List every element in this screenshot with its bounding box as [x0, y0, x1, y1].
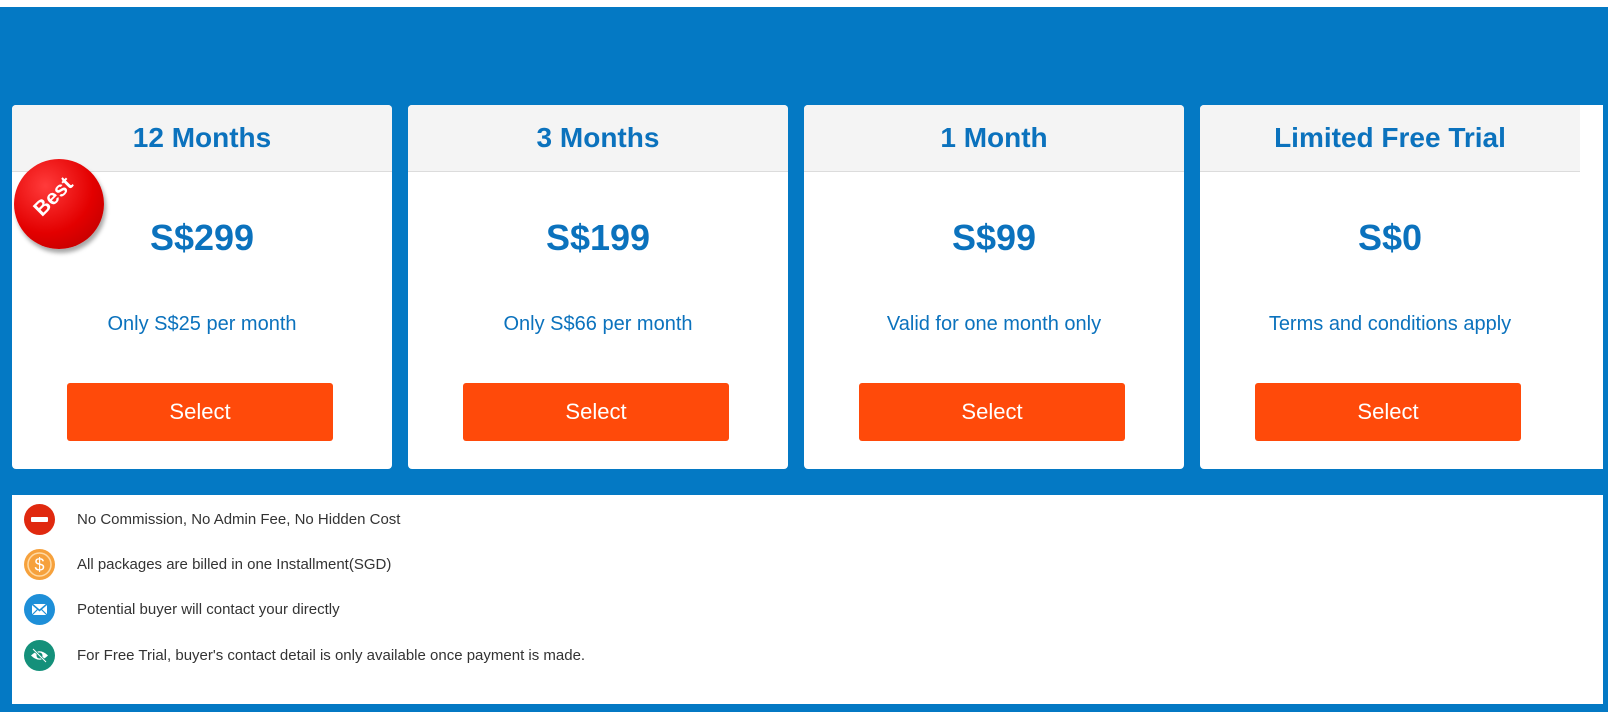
no-entry-icon — [24, 503, 55, 535]
plan-description: Only S$25 per month — [107, 313, 297, 335]
plan-description: Terms and conditions apply — [1268, 313, 1512, 335]
select-button-1-month[interactable]: Select — [859, 383, 1125, 441]
eye-slash-icon — [24, 639, 55, 671]
feature-item: For Free Trial, buyer's contact detail i… — [24, 639, 585, 671]
right-border — [1603, 7, 1608, 712]
feature-text: No Commission, No Admin Fee, No Hidden C… — [77, 510, 401, 528]
plan-card-3-months: 3 Months S$199 Only S$66 per month Selec… — [408, 105, 788, 469]
feature-item: Potential buyer will contact your direct… — [24, 593, 340, 625]
select-button-3-months[interactable]: Select — [463, 383, 729, 441]
plan-title: 3 Months — [408, 105, 788, 172]
plan-price: S$0 — [1357, 217, 1423, 258]
feature-item: $ All packages are billed in one Install… — [24, 548, 391, 580]
bottom-border — [0, 704, 1608, 712]
select-button-free-trial[interactable]: Select — [1255, 383, 1521, 441]
select-button-12-months[interactable]: Select — [67, 383, 333, 441]
plan-title: Limited Free Trial — [1200, 105, 1580, 172]
plan-card-1-month: 1 Month S$99 Valid for one month only Se… — [804, 105, 1184, 469]
plan-description: Valid for one month only — [886, 313, 1102, 335]
feature-text: All packages are billed in one Installme… — [77, 555, 392, 573]
feature-text: For Free Trial, buyer's contact detail i… — [77, 646, 586, 664]
feature-item: No Commission, No Admin Fee, No Hidden C… — [24, 503, 400, 535]
plan-price: S$199 — [545, 217, 651, 258]
plan-title: 1 Month — [804, 105, 1184, 172]
pricing-page: 12 Months S$299 Only S$25 per month Sele… — [0, 0, 1608, 712]
feature-text: Potential buyer will contact your direct… — [77, 600, 340, 618]
best-badge-label: Best — [29, 172, 78, 221]
envelope-icon — [24, 593, 55, 625]
svg-text:$: $ — [34, 555, 44, 575]
plan-card-free-trial: Limited Free Trial S$0 Terms and conditi… — [1200, 105, 1603, 469]
dollar-icon: $ — [24, 548, 55, 580]
plan-description: Only S$66 per month — [503, 313, 693, 335]
plan-price: S$99 — [951, 217, 1037, 258]
left-border — [0, 7, 12, 712]
best-badge: Best — [14, 159, 104, 249]
